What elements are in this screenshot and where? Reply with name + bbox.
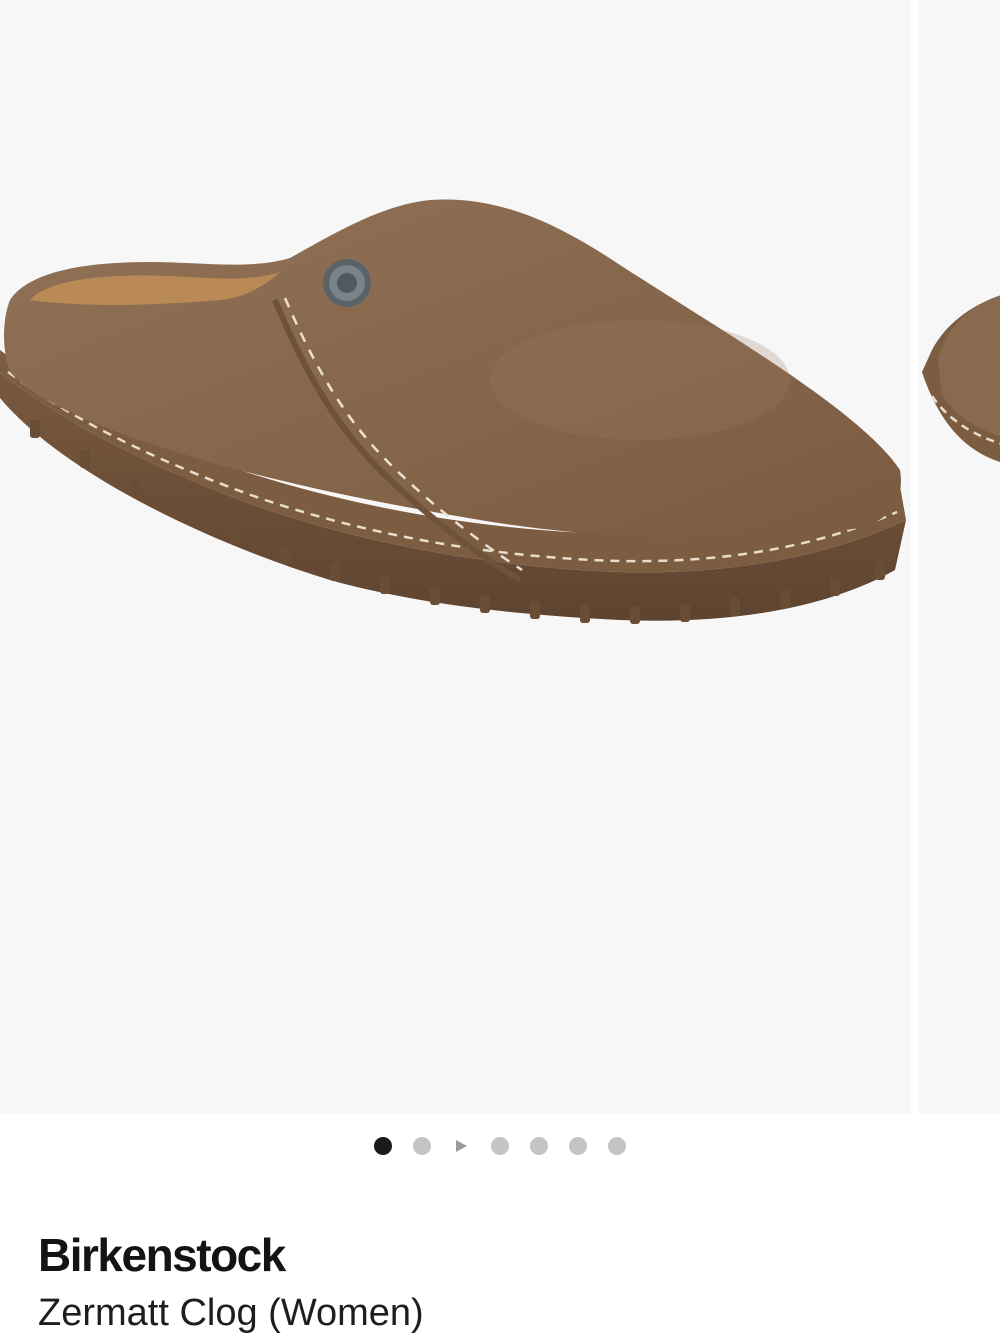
product-brand[interactable]: Birkenstock: [38, 1228, 286, 1282]
pagination-dot-7[interactable]: [608, 1137, 626, 1155]
product-image-carousel[interactable]: [0, 0, 1000, 1114]
pagination-video-dot[interactable]: [452, 1137, 470, 1155]
product-page: Birkenstock Zermatt Clog (Women): [0, 0, 1000, 1333]
carousel-pagination: [0, 1135, 1000, 1157]
play-icon: [455, 1140, 467, 1152]
pagination-dot-4[interactable]: [491, 1137, 509, 1155]
pagination-dot-6[interactable]: [569, 1137, 587, 1155]
pagination-dot-2[interactable]: [413, 1137, 431, 1155]
clog-partial-illustration: [922, 295, 1000, 462]
pagination-dot-1[interactable]: [374, 1137, 392, 1155]
product-title: Zermatt Clog (Women): [38, 1292, 424, 1333]
product-image-main[interactable]: [0, 0, 911, 1114]
product-image-next[interactable]: [918, 0, 1000, 1114]
clog-illustration: [0, 199, 906, 624]
pagination-dot-5[interactable]: [530, 1137, 548, 1155]
